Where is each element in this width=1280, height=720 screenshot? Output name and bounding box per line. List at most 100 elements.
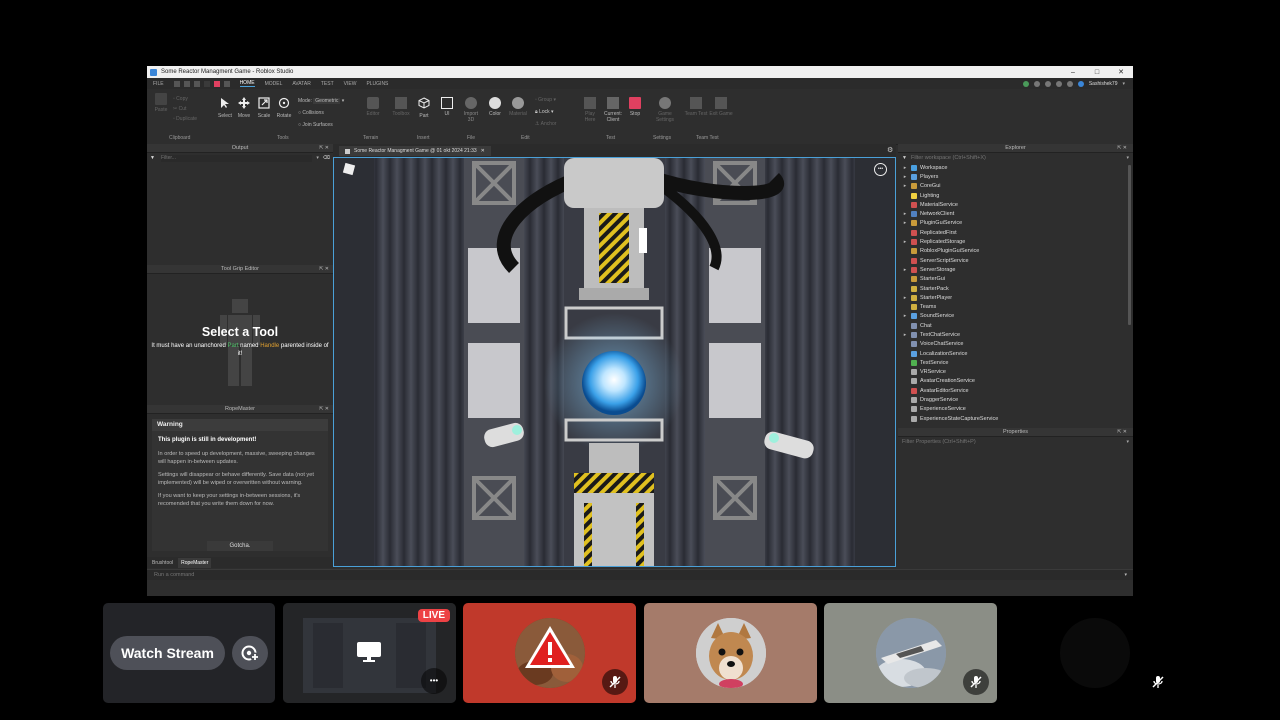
command-input[interactable] bbox=[154, 572, 1125, 578]
stream-preview-tile[interactable]: LIVE ••• bbox=[283, 603, 456, 703]
watch-stream-preview-button[interactable] bbox=[232, 636, 268, 670]
explorer-scrollbar[interactable] bbox=[1128, 165, 1131, 325]
explorer-item[interactable]: ▸ CoreGui bbox=[898, 182, 1133, 191]
redo-icon[interactable] bbox=[223, 80, 230, 87]
explorer-item[interactable]: ReplicatedFirst bbox=[898, 228, 1133, 237]
watch-stream-button[interactable]: Watch Stream bbox=[110, 636, 225, 670]
expand-arrow-icon[interactable]: ▸ bbox=[902, 267, 908, 273]
join-surfaces-toggle[interactable]: ○ Join Surfaces bbox=[298, 119, 344, 131]
chevron-down-icon[interactable]: ▾ bbox=[1122, 81, 1125, 87]
explorer-item[interactable]: ▸ Players bbox=[898, 172, 1133, 181]
explorer-item[interactable]: AvatarEditorService bbox=[898, 386, 1133, 395]
select-tool-button[interactable]: Select bbox=[217, 97, 233, 119]
explorer-item[interactable]: ▸ Workspace bbox=[898, 163, 1133, 172]
refresh-icon[interactable] bbox=[1033, 80, 1040, 87]
panel-controls[interactable]: ⇱ ✕ bbox=[1117, 429, 1127, 435]
rotate-tool-button[interactable]: Rotate bbox=[276, 97, 292, 119]
expand-arrow-icon[interactable]: ▸ bbox=[902, 332, 908, 338]
tab-view[interactable]: VIEW bbox=[344, 81, 357, 87]
exit-game-button[interactable]: Exit Game bbox=[709, 97, 733, 117]
minimize-icon[interactable]: – bbox=[1061, 69, 1085, 76]
game-settings-button[interactable]: Game Settings bbox=[652, 97, 678, 123]
explorer-item[interactable]: ExperienceService bbox=[898, 405, 1133, 414]
toolbox-button[interactable]: Toolbox bbox=[390, 97, 412, 117]
save-icon[interactable] bbox=[183, 80, 190, 87]
help-icon[interactable] bbox=[1044, 80, 1051, 87]
panel-controls[interactable]: ⇱ ✕ bbox=[319, 406, 329, 412]
place-tab[interactable]: Some Reactor Managment Game @ 01 okt 202… bbox=[339, 146, 491, 156]
panel-controls[interactable]: ⇱ ✕ bbox=[319, 266, 329, 272]
chevron-down-icon[interactable]: ▾ bbox=[1126, 155, 1129, 161]
explorer-item[interactable]: AvatarCreationService bbox=[898, 377, 1133, 386]
explorer-item[interactable]: Chat bbox=[898, 321, 1133, 330]
duplicate-button[interactable]: ▫ Duplicate bbox=[173, 114, 197, 124]
anchor-button[interactable]: ⚓︎ Anchor bbox=[535, 118, 556, 130]
tab-brushtool[interactable]: Brushtool bbox=[149, 558, 176, 568]
panel-controls[interactable]: ⇱ ✕ bbox=[319, 145, 329, 151]
expand-arrow-icon[interactable]: ▸ bbox=[902, 295, 908, 301]
output-filter-input[interactable] bbox=[160, 154, 313, 162]
user-name[interactable]: Sashishek79 bbox=[1089, 81, 1118, 87]
explorer-filter-input[interactable] bbox=[910, 154, 1127, 162]
tab-test[interactable]: TEST bbox=[321, 81, 334, 87]
lock-button[interactable]: 🔒︎ Lock ▾ bbox=[535, 106, 556, 118]
tab-ropemaster[interactable]: RopeMaster bbox=[178, 557, 212, 568]
team-test-button[interactable]: Team Test bbox=[683, 97, 709, 117]
gotcha-button[interactable]: Gotcha. bbox=[207, 541, 273, 551]
expand-arrow-icon[interactable]: ▸ bbox=[902, 239, 908, 245]
part-button[interactable]: Part bbox=[416, 97, 432, 119]
play-here-button[interactable]: Play Here bbox=[580, 97, 600, 123]
cut-button[interactable]: ✂ Cut bbox=[173, 104, 197, 114]
explorer-item[interactable]: ExperienceStateCaptureService bbox=[898, 414, 1133, 423]
clear-output-icon[interactable]: ⌫ bbox=[323, 155, 330, 161]
expand-arrow-icon[interactable]: ▸ bbox=[902, 165, 908, 171]
explorer-item[interactable]: ▸ ServerStorage bbox=[898, 265, 1133, 274]
explorer-item[interactable]: StarterPack bbox=[898, 284, 1133, 293]
explorer-item[interactable]: TestService bbox=[898, 358, 1133, 367]
explorer-item[interactable]: Teams bbox=[898, 302, 1133, 311]
copy-button[interactable]: ▫ Copy bbox=[173, 94, 197, 104]
ui-button[interactable]: UI bbox=[439, 97, 455, 117]
viewport-menu-icon[interactable]: ••• bbox=[874, 163, 887, 176]
chevron-down-icon[interactable]: ▾ bbox=[316, 155, 319, 161]
cloud-icon[interactable] bbox=[1077, 80, 1084, 87]
explorer-item[interactable]: ▸ SoundService bbox=[898, 312, 1133, 321]
explorer-item[interactable]: ▸ ReplicatedStorage bbox=[898, 237, 1133, 246]
panel-controls[interactable]: ⇱ ✕ bbox=[1117, 145, 1127, 151]
maximize-icon[interactable]: □ bbox=[1085, 69, 1109, 76]
participant-tile-3[interactable] bbox=[824, 603, 997, 703]
explorer-item[interactable]: StarterGui bbox=[898, 275, 1133, 284]
explorer-item[interactable]: ▸ TextChatService bbox=[898, 330, 1133, 339]
new-file-icon[interactable] bbox=[173, 80, 180, 87]
paste-button[interactable]: Paste bbox=[152, 93, 170, 113]
expand-arrow-icon[interactable]: ▸ bbox=[902, 313, 908, 319]
collisions-toggle[interactable]: ○ Collisions bbox=[298, 107, 344, 119]
chevron-down-icon[interactable]: ▾ bbox=[1126, 439, 1129, 445]
terrain-editor-button[interactable]: Editor bbox=[363, 97, 383, 117]
explorer-item[interactable]: ▸ PluginGuiService bbox=[898, 219, 1133, 228]
scale-tool-button[interactable]: Scale bbox=[256, 97, 272, 119]
undo-icon[interactable] bbox=[193, 80, 200, 87]
play-icon[interactable] bbox=[203, 80, 210, 87]
stop-button[interactable]: Stop bbox=[627, 97, 643, 117]
group-button[interactable]: ▫ Group ▾ bbox=[535, 94, 556, 106]
close-icon[interactable]: ✕ bbox=[1109, 68, 1133, 76]
explorer-item[interactable]: ▸ NetworkClient bbox=[898, 209, 1133, 218]
color-button[interactable]: Color bbox=[487, 97, 503, 117]
move-tool-button[interactable]: Move bbox=[236, 97, 252, 119]
explorer-item[interactable]: VRService bbox=[898, 368, 1133, 377]
expand-arrow-icon[interactable]: ▸ bbox=[902, 183, 908, 189]
properties-filter-input[interactable] bbox=[902, 438, 1127, 446]
stop-icon[interactable] bbox=[213, 80, 220, 87]
expand-arrow-icon[interactable]: ▸ bbox=[902, 220, 908, 226]
tab-model[interactable]: MODEL bbox=[265, 81, 283, 87]
tab-plugins[interactable]: PLUGINS bbox=[366, 81, 388, 87]
explorer-item[interactable]: ▸ StarterPlayer bbox=[898, 293, 1133, 302]
explorer-item[interactable]: RobloxPluginGuiService bbox=[898, 247, 1133, 256]
expand-arrow-icon[interactable]: ▸ bbox=[902, 174, 908, 180]
import-3d-button[interactable]: Import 3D bbox=[461, 97, 481, 123]
more-options-button[interactable]: ••• bbox=[421, 668, 447, 694]
explorer-item[interactable]: Lighting bbox=[898, 191, 1133, 200]
viewport-gear-icon[interactable]: ⚙ bbox=[887, 146, 893, 154]
close-tab-icon[interactable]: ✕ bbox=[481, 148, 485, 154]
